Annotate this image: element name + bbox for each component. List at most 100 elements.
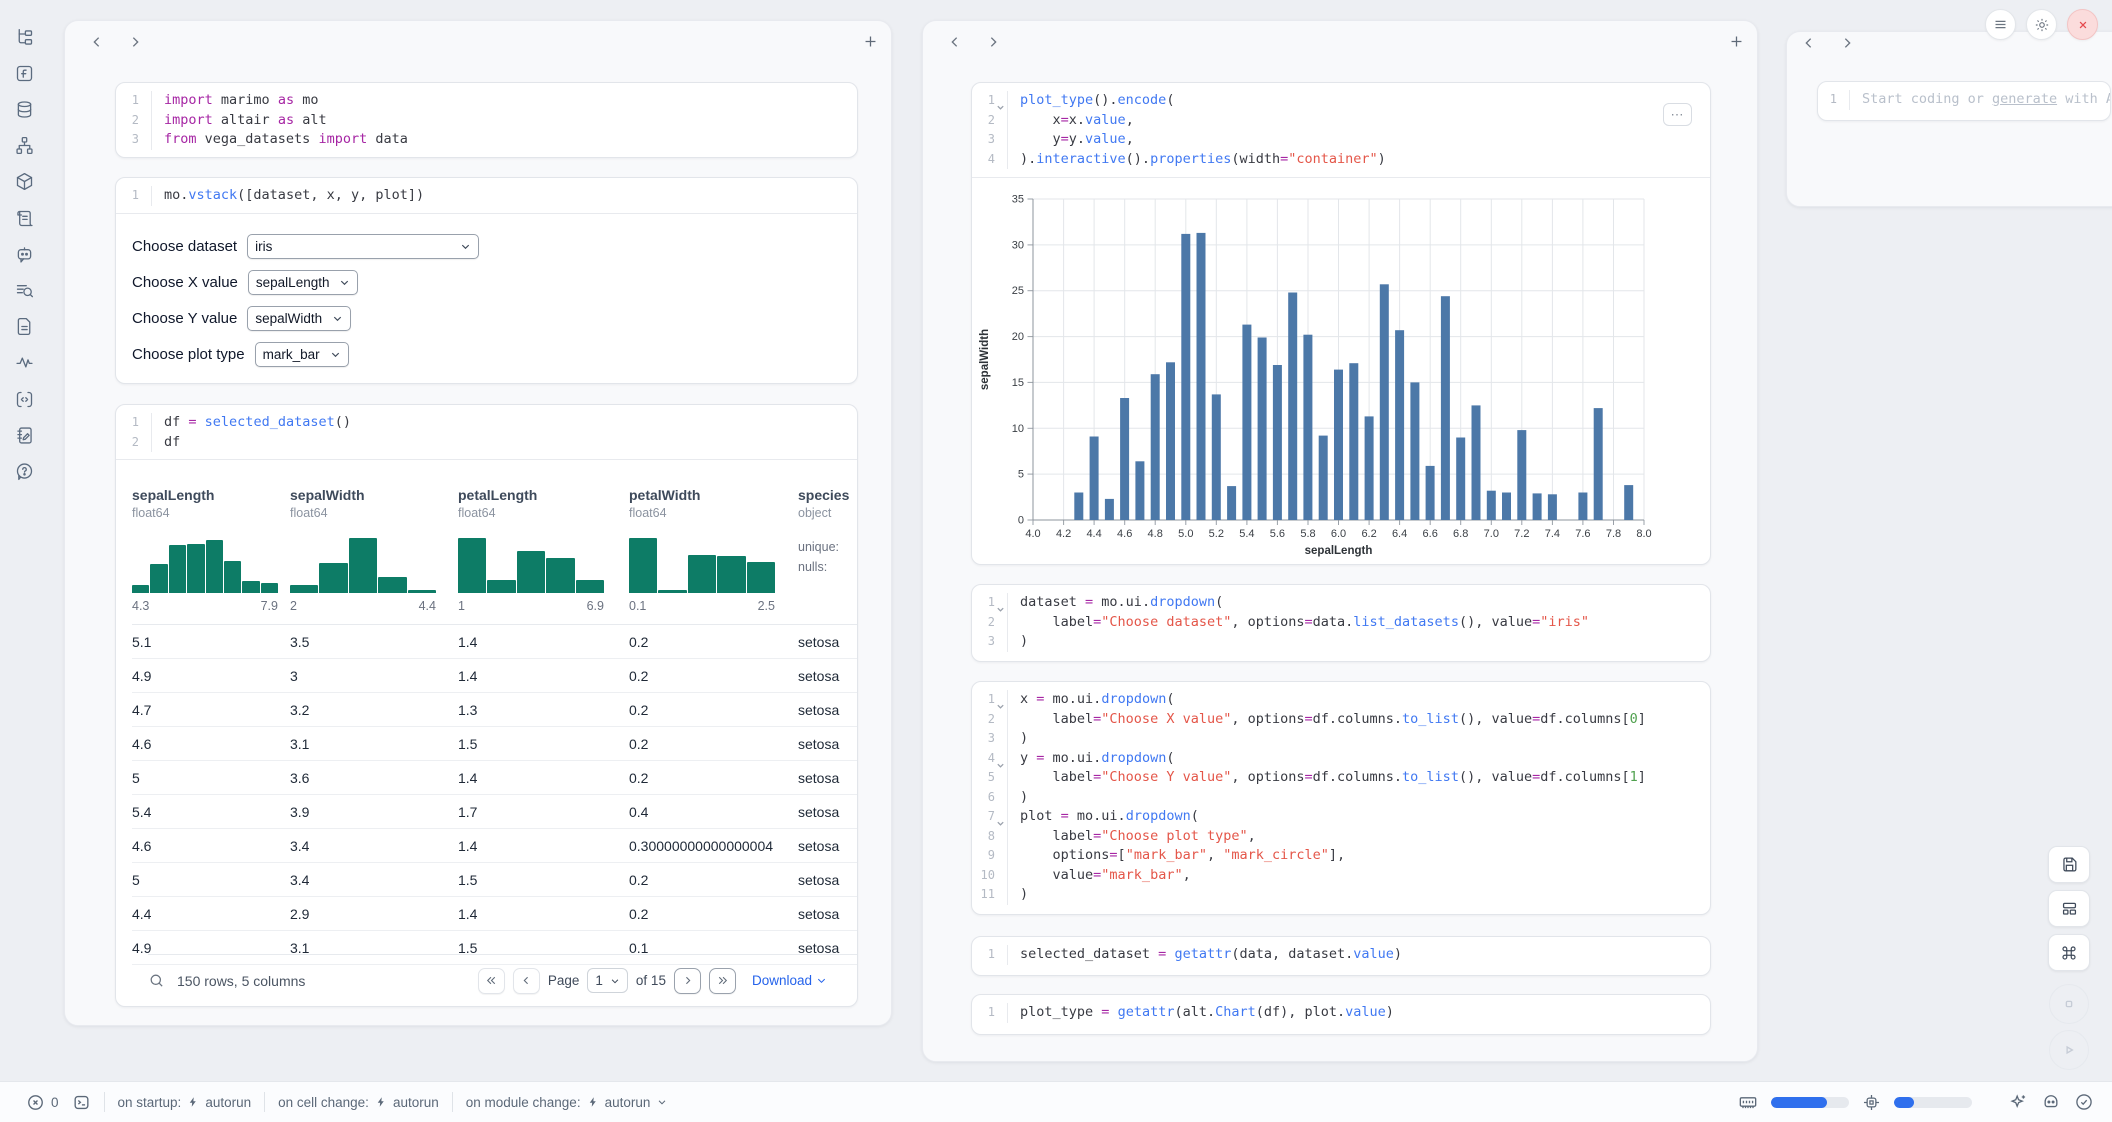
cell-imports[interactable]: 1import marimo as mo2import altair as al… [115, 82, 858, 158]
layout-button[interactable] [2048, 890, 2090, 927]
add-cell-button[interactable] [1728, 33, 1745, 50]
save-button[interactable] [2048, 846, 2090, 883]
column-histogram [290, 535, 436, 593]
dropdown-select[interactable]: mark_bar [255, 342, 349, 367]
chevron-left-icon[interactable] [947, 34, 963, 50]
function-square-icon[interactable] [11, 60, 37, 86]
table-column-header[interactable]: sepalLengthfloat644.37.9 [132, 487, 290, 624]
chevron-left-icon[interactable] [1801, 35, 1817, 51]
svg-text:30: 30 [1012, 239, 1024, 251]
code-snippets-icon[interactable] [11, 386, 37, 412]
dataframe-table: sepalLengthfloat644.37.9sepalWidthfloat6… [132, 459, 857, 1006]
dropdown-select[interactable]: iris [247, 234, 479, 259]
cell-selected-dataset[interactable]: 1selected_dataset = getattr(data, datase… [971, 936, 1711, 976]
document-icon[interactable] [11, 314, 37, 340]
table-column-header[interactable]: petalLengthfloat6416.9 [458, 487, 629, 624]
run-button[interactable] [2049, 1030, 2089, 1070]
hist-bar [224, 561, 241, 593]
settings-gear-button[interactable] [2026, 9, 2057, 40]
close-button[interactable] [2067, 9, 2098, 40]
keyboard-shortcuts-button[interactable] [2048, 934, 2090, 971]
chart-menu-button[interactable]: ⋯ [1663, 103, 1692, 126]
terminal-button[interactable] [72, 1093, 91, 1112]
hist-bar [576, 580, 604, 593]
download-button[interactable]: Download [752, 973, 827, 988]
svg-text:10: 10 [1012, 423, 1024, 435]
line-number[interactable]: 4 [972, 749, 1008, 769]
connection-status-button[interactable] [2074, 1092, 2094, 1112]
scroll-icon[interactable] [11, 205, 37, 231]
cell-vstack[interactable]: 1mo.vstack([dataset, x, y, plot]) Choose… [115, 177, 858, 384]
table-column-header[interactable]: speciesobjectunique:nulls: [798, 487, 857, 624]
first-page-button[interactable] [478, 968, 505, 994]
cell-empty-editor[interactable]: 1 Start coding or generate with AI [1817, 81, 2111, 121]
code-editor[interactable]: 1import marimo as mo2import altair as al… [116, 83, 857, 157]
generate-ai-link[interactable]: generate [1992, 91, 2057, 107]
help-bubble-icon[interactable] [11, 458, 37, 484]
code-line: label="Choose dataset", options=data.lis… [1008, 613, 1710, 633]
page-select[interactable]: 1 [587, 968, 628, 993]
code-editor[interactable]: 1selected_dataset = getattr(data, datase… [972, 937, 1710, 972]
prev-page-button[interactable] [513, 968, 540, 994]
search-icon[interactable] [148, 972, 165, 989]
cell-dataframe[interactable]: 1df = selected_dataset()2df sepalLengthf… [115, 404, 858, 1007]
code-editor[interactable]: 1mo.vstack([dataset, x, y, plot]) [116, 178, 857, 213]
search-logs-icon[interactable] [11, 277, 37, 303]
chat-bot-icon[interactable] [11, 241, 37, 267]
runtime-config-2[interactable]: on cell change:autorun [278, 1095, 439, 1110]
table-cell: 3.9 [290, 804, 458, 820]
last-page-button[interactable] [709, 968, 736, 994]
assistant-button[interactable] [2041, 1092, 2061, 1112]
code-editor[interactable]: 1df = selected_dataset()2df [116, 405, 857, 459]
file-tree-icon[interactable] [11, 24, 37, 50]
table-column-header[interactable]: sepalWidthfloat6424.4 [290, 487, 458, 624]
table-footer: 150 rows, 5 columns Page 1 of 15 Downloa… [148, 954, 857, 1006]
code-line: mo.vstack([dataset, x, y, plot]) [152, 186, 857, 206]
hist-bar [517, 551, 545, 593]
cell-xy-dropdowns[interactable]: 1x = mo.ui.dropdown(2 label="Choose X va… [971, 681, 1711, 915]
runtime-config-1[interactable]: on startup:autorun [118, 1095, 252, 1110]
error-indicator[interactable]: 0 [26, 1093, 59, 1112]
code-editor[interactable]: 1x = mo.ui.dropdown(2 label="Choose X va… [972, 682, 1710, 912]
cell-plot-type[interactable]: 1plot_type = getattr(alt.Chart(df), plot… [971, 994, 1711, 1035]
next-page-button[interactable] [674, 968, 701, 994]
cell-chart[interactable]: 1plot_type().encode(2 x=x.value,3 y=y.va… [971, 82, 1711, 565]
terminal-icon [72, 1093, 91, 1112]
table-column-header[interactable]: petalWidthfloat640.12.5 [629, 487, 798, 624]
add-cell-button[interactable] [862, 33, 879, 50]
chevron-right-icon[interactable] [1839, 35, 1855, 51]
activity-pulse-icon[interactable] [11, 350, 37, 376]
svg-text:7.4: 7.4 [1545, 528, 1560, 540]
marimo-app: { "colors": {"accent_blue":"#2f6fed","ba… [0, 0, 2112, 1122]
package-cube-icon[interactable] [11, 169, 37, 195]
table-cell: 0.2 [629, 634, 798, 650]
dropdown-select[interactable]: sepalWidth [247, 306, 351, 331]
line-number[interactable]: 1 [972, 690, 1008, 710]
chevron-left-icon[interactable] [89, 34, 105, 50]
altair-bar-chart[interactable]: 4.04.24.44.64.85.05.25.45.65.86.06.26.46… [972, 177, 1710, 564]
line-number: 2 [116, 433, 152, 453]
chevron-right-icon[interactable] [985, 34, 1001, 50]
stop-button[interactable] [2049, 984, 2089, 1024]
cell-dataset-dropdown[interactable]: 1dataset = mo.ui.dropdown(2 label="Choos… [971, 584, 1711, 662]
table-cell: 1.5 [458, 872, 629, 888]
code-editor[interactable]: 1plot_type().encode(2 x=x.value,3 y=y.va… [972, 83, 1710, 176]
scratchpad-icon[interactable] [11, 422, 37, 448]
form-row: Choose Y valuesepalWidth [132, 301, 857, 337]
chevron-right-icon[interactable] [127, 34, 143, 50]
line-number[interactable]: 7 [972, 807, 1008, 827]
table-cell: 1.4 [458, 770, 629, 786]
dropdown-select[interactable]: sepalLength [248, 270, 359, 295]
line-number: 5 [972, 768, 1008, 788]
line-number[interactable]: 1 [972, 91, 1008, 111]
dependency-graph-icon[interactable] [11, 133, 37, 159]
code-editor[interactable]: 1plot_type = getattr(alt.Chart(df), plot… [972, 995, 1710, 1030]
menu-button[interactable] [1985, 9, 2016, 40]
database-icon[interactable] [11, 96, 37, 122]
ai-sparkle-button[interactable] [2008, 1092, 2028, 1112]
line-number[interactable]: 1 [972, 593, 1008, 613]
code-placeholder[interactable]: Start coding or generate with AI [1850, 90, 2111, 110]
runtime-config-3[interactable]: on module change:autorun [466, 1095, 669, 1110]
vstack-output-form: Choose datasetirisChoose X valuesepalLen… [116, 214, 857, 373]
code-editor[interactable]: 1dataset = mo.ui.dropdown(2 label="Choos… [972, 585, 1710, 659]
